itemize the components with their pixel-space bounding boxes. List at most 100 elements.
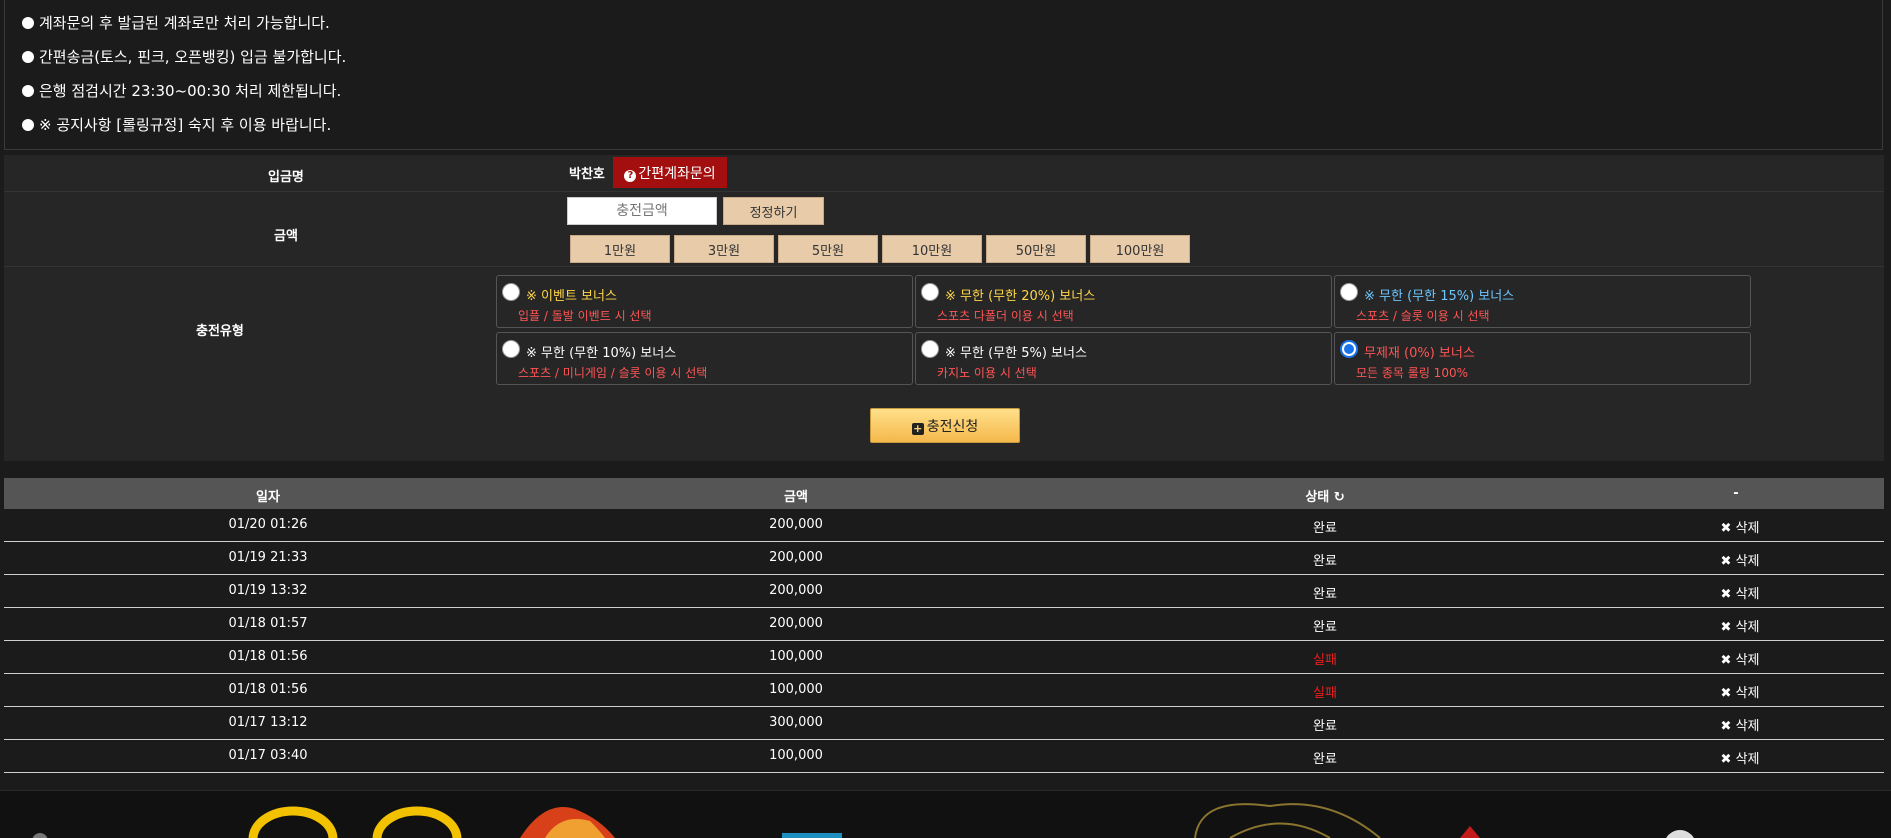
bonus-option[interactable]: ※ 무한 (무한 5%) 보너스 카지노 이용 시 선택 [915,332,1332,385]
row-amount: 200,000 [769,616,823,631]
submit-deposit-button[interactable]: +충전신청 [870,408,1020,443]
notice-text: 간편송금(토스, 핀크, 오픈뱅킹) 입금 불가합니다. [39,48,346,66]
quick-amount-button[interactable]: 50만원 [986,235,1086,263]
delete-label: 삭제 [1736,719,1760,734]
partner-logo [377,811,457,838]
row-amount: 200,000 [769,550,823,565]
amount-input[interactable] [567,197,717,225]
row-date: 01/17 03:40 [228,748,307,763]
refresh-icon[interactable]: ↻ [1334,490,1345,505]
row-date: 01/20 01:26 [228,517,307,532]
delete-button[interactable]: ✖ 삭제 [1721,583,1760,602]
table-row: 01/18 01:57 200,000 완료 ✖ 삭제 [4,608,1884,641]
radio-button[interactable] [502,340,520,358]
partner-logo [1195,804,1380,838]
row-status: 완료 [1313,748,1337,767]
delete-label: 삭제 [1736,521,1760,536]
delete-button[interactable]: ✖ 삭제 [1721,682,1760,701]
bonus-option-desc: 입플 / 돌발 이벤트 시 선택 [518,307,652,324]
delete-label: 삭제 [1736,620,1760,635]
row-date: 01/18 01:57 [228,616,307,631]
delete-button[interactable]: ✖ 삭제 [1721,517,1760,536]
radio-button[interactable] [1340,283,1358,301]
row-date: 01/18 01:56 [228,682,307,697]
depositor-name: 박찬호 [569,163,605,182]
partner-logo [1230,824,1330,838]
bonus-option-title: ※ 무한 (무한 20%) 보너스 [945,285,1095,304]
quick-amount-button[interactable]: 3만원 [674,235,774,263]
bonus-option-desc: 모든 종목 롤링 100% [1356,364,1468,381]
quick-amount-button[interactable]: 5만원 [778,235,878,263]
row-amount: 100,000 [769,748,823,763]
quick-amount-button[interactable]: 10만원 [882,235,982,263]
bullet-icon [22,51,34,63]
account-inquiry-button[interactable]: ?간편계좌문의 [613,157,727,188]
bonus-option[interactable]: ※ 이벤트 보너스 입플 / 돌발 이벤트 시 선택 [496,275,913,328]
plus-square-icon: + [912,423,924,435]
bonus-option-desc: 카지노 이용 시 선택 [937,364,1037,381]
row-amount: 200,000 [769,517,823,532]
bonus-option[interactable]: ※ 무한 (무한 15%) 보너스 스포츠 / 슬롯 이용 시 선택 [1334,275,1751,328]
footer-logos [0,790,1891,838]
radio-button[interactable] [1340,340,1358,358]
row-status: 완료 [1313,616,1337,635]
row-date: 01/17 13:12 [228,715,307,730]
column-header-status[interactable]: 상태 ↻ [1305,486,1344,505]
partner-logo [1460,826,1480,838]
close-icon: ✖ [1721,686,1732,701]
row-amount: 200,000 [769,583,823,598]
row-date: 01/19 13:32 [228,583,307,598]
radio-button[interactable] [921,283,939,301]
row-amount: 300,000 [769,715,823,730]
notice-panel: 계좌문의 후 발급된 계좌로만 처리 가능합니다. 간편송금(토스, 핀크, 오… [4,0,1883,150]
close-icon: ✖ [1721,587,1732,602]
row-date: 01/18 01:56 [228,649,307,664]
notice-line: ※ 공지사항 [롤링규정] 숙지 후 이용 바랍니다. [22,114,331,135]
quick-amount-button[interactable]: 100만원 [1090,235,1190,263]
close-icon: ✖ [1721,719,1732,734]
bonus-option-title: ※ 무한 (무한 15%) 보너스 [1364,285,1514,304]
table-row: 01/17 03:40 100,000 완료 ✖ 삭제 [4,740,1884,773]
table-row: 01/18 01:56 100,000 실패 ✖ 삭제 [4,641,1884,674]
notice-text: 은행 점검시간 23:30~00:30 처리 제한됩니다. [39,82,341,100]
bonus-option[interactable]: 무제재 (0%) 보너스 모든 종목 롤링 100% [1334,332,1751,385]
reset-amount-button[interactable]: 정정하기 [723,197,824,225]
bonus-option-desc: 스포츠 / 미니게임 / 슬롯 이용 시 선택 [518,364,707,381]
bonus-option-title: 무제재 (0%) 보너스 [1364,342,1475,361]
delete-button[interactable]: ✖ 삭제 [1721,616,1760,635]
close-icon: ✖ [1721,620,1732,635]
notice-line: 계좌문의 후 발급된 계좌로만 처리 가능합니다. [22,12,330,33]
partner-logo [32,833,48,838]
delete-button[interactable]: ✖ 삭제 [1721,748,1760,767]
bonus-option[interactable]: ※ 무한 (무한 20%) 보너스 스포츠 다폴더 이용 시 선택 [915,275,1332,328]
bullet-icon [22,85,34,97]
delete-button[interactable]: ✖ 삭제 [1721,649,1760,668]
partner-logo [782,833,842,838]
row-status: 실패 [1313,682,1337,701]
table-row: 01/19 21:33200,000완료✖ 삭제 [4,542,1884,575]
close-icon: ✖ [1721,521,1732,536]
column-header-action: - [1733,486,1738,501]
table-header: 일자 금액 상태 ↻ - [4,478,1884,509]
radio-button[interactable] [921,340,939,358]
column-header-amount: 금액 [784,486,808,505]
column-header-date: 일자 [256,486,280,505]
table-row: 01/20 01:26200,000완료✖ 삭제 [4,509,1884,542]
depositor-row: 입금명 박찬호 ?간편계좌문의 [4,155,1884,192]
quick-amount-button[interactable]: 1만원 [570,235,670,263]
notice-text: ※ 공지사항 [롤링규정] 숙지 후 이용 바랍니다. [39,116,331,134]
bonus-option[interactable]: ※ 무한 (무한 10%) 보너스 스포츠 / 미니게임 / 슬롯 이용 시 선… [496,332,913,385]
partner-logo [253,811,333,838]
table-row: 01/18 01:56100,000실패✖ 삭제 [4,674,1884,707]
bonus-option-title: ※ 무한 (무한 10%) 보너스 [526,342,676,361]
radio-button[interactable] [502,283,520,301]
bonus-option-title: ※ 무한 (무한 5%) 보너스 [945,342,1087,361]
delete-button[interactable]: ✖ 삭제 [1721,550,1760,569]
submit-deposit-label: 충전신청 [927,419,979,435]
type-label: 충전유형 [196,320,244,339]
delete-button[interactable]: ✖ 삭제 [1721,715,1760,734]
row-status: 실패 [1313,649,1337,668]
delete-label: 삭제 [1736,752,1760,767]
bullet-icon [22,119,34,131]
row-amount: 100,000 [769,649,823,664]
